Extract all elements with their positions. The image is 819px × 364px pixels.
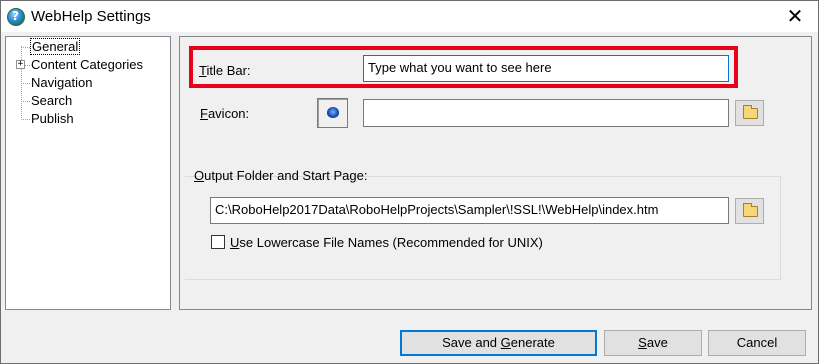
output-group <box>185 176 781 280</box>
webhelp-settings-dialog: WebHelp Settings ✕ + General Content Cat… <box>0 0 819 364</box>
save-and-generate-button[interactable]: Save and Generate <box>400 330 597 356</box>
favicon-input[interactable] <box>363 99 729 127</box>
favicon-globe-icon <box>327 107 339 118</box>
hotkey-letter: F <box>200 106 208 121</box>
tree-item-general[interactable]: General <box>29 38 81 55</box>
tree-connector-line <box>25 65 30 66</box>
output-browse-button[interactable] <box>735 198 764 224</box>
tree-item-search[interactable]: Search <box>31 93 72 109</box>
folder-open-icon <box>743 203 758 217</box>
tree-item-content-categories[interactable]: Content Categories <box>31 57 143 73</box>
tree-item-label: Content Categories <box>31 57 144 72</box>
tree-connector-line <box>21 101 30 102</box>
cancel-button[interactable]: Cancel <box>708 330 806 356</box>
button-text: enerate <box>510 335 555 350</box>
title-bar: WebHelp Settings ✕ <box>1 1 818 32</box>
favicon-preview[interactable] <box>317 98 348 128</box>
button-text: Save and <box>442 335 501 350</box>
tree-connector-line <box>21 119 30 120</box>
label-text: avicon: <box>207 106 250 121</box>
tree-item-label: Navigation <box>31 75 93 90</box>
close-button[interactable]: ✕ <box>778 3 812 31</box>
window-title: WebHelp Settings <box>31 8 151 25</box>
favicon-label: Favicon: <box>200 106 249 121</box>
tree-item-label: General <box>29 38 81 55</box>
hotkey-letter: G <box>500 335 511 350</box>
folder-open-icon <box>743 105 758 119</box>
hotkey-letter: O <box>194 168 205 183</box>
title-bar-label: Title Bar: <box>199 63 251 78</box>
expand-icon[interactable]: + <box>16 60 25 69</box>
label-text: se Lowercase File Names (Recommended for… <box>239 235 543 250</box>
tree-connector-line <box>21 47 30 48</box>
save-button[interactable]: Save <box>604 330 702 356</box>
settings-tree: + General Content Categories Navigation … <box>5 36 171 310</box>
hotkey-letter: S <box>638 335 647 350</box>
tree-connector-line <box>21 83 30 84</box>
button-text: ave <box>646 335 668 350</box>
hotkey-letter: U <box>230 235 240 250</box>
lowercase-label[interactable]: Use Lowercase File Names (Recommended fo… <box>230 235 543 250</box>
lowercase-checkbox[interactable] <box>211 235 225 249</box>
tree-item-label: Search <box>31 93 73 108</box>
robohelp-app-icon <box>7 8 25 26</box>
output-folder-label: Output Folder and Start Page: <box>194 168 367 183</box>
tree-item-label: Publish <box>31 111 74 126</box>
tree-item-navigation[interactable]: Navigation <box>31 75 92 91</box>
label-text: utput Folder and Start Page: <box>204 168 368 183</box>
output-folder-input[interactable]: C:\RoboHelp2017Data\RoboHelpProjects\Sam… <box>210 197 729 224</box>
label-text: itle Bar: <box>206 63 251 78</box>
tree-item-publish[interactable]: Publish <box>31 111 74 127</box>
favicon-browse-button[interactable] <box>735 100 764 126</box>
title-bar-input[interactable]: Type what you want to see here <box>363 55 729 82</box>
